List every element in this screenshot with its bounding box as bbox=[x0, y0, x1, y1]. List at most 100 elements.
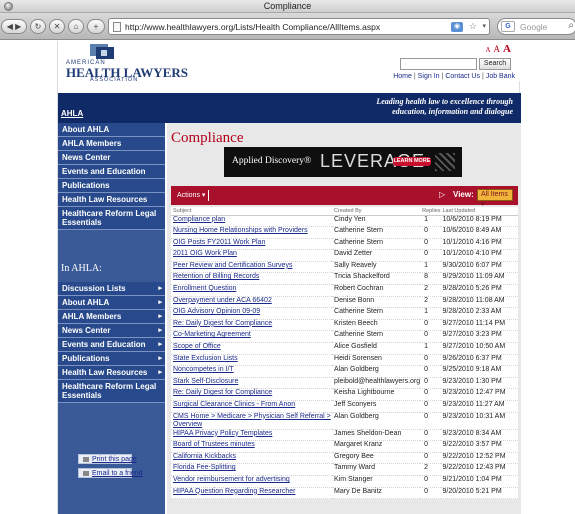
paging-next-icon[interactable]: ▷ bbox=[439, 190, 445, 199]
row-created-by: Cindy Yen bbox=[332, 215, 421, 228]
search-icon[interactable]: ⌕ bbox=[568, 20, 574, 31]
job-bank-link[interactable]: Job Bank bbox=[486, 73, 515, 80]
row-subject-link[interactable]: Re: Daily Digest for Compliance bbox=[171, 319, 333, 332]
ahla-link[interactable]: AHLA bbox=[61, 109, 83, 118]
contact-us-link[interactable]: Contact Us bbox=[445, 73, 480, 80]
sub-nav-item[interactable]: Healthcare Reform Legal Essentials bbox=[58, 380, 165, 403]
row-subject-link[interactable]: Overpayment under ACA 66402 bbox=[171, 296, 333, 309]
column-header-created-by[interactable]: Created By bbox=[332, 207, 421, 216]
row-replies: 0 bbox=[420, 440, 441, 453]
nav-ahla-members[interactable]: AHLA Members bbox=[58, 137, 165, 151]
row-subject-link[interactable]: Board of Trustees minutes bbox=[171, 440, 333, 453]
row-subject-link[interactable]: Florida Fee-Splitting bbox=[171, 463, 333, 476]
nav-events-education[interactable]: Events and Education bbox=[58, 165, 165, 179]
nav-healthcare-reform[interactable]: Healthcare Reform Legal Essentials bbox=[58, 207, 165, 230]
row-replies: 0 bbox=[420, 400, 441, 413]
row-subject-link[interactable]: Peer Review and Certification Surveys bbox=[171, 261, 333, 274]
row-subject-link[interactable]: Scope of Office bbox=[171, 342, 333, 355]
ad-learn-more-button[interactable]: LEARN MORE bbox=[393, 157, 431, 166]
sub-nav-item[interactable]: AHLA Members ▸ bbox=[58, 310, 165, 324]
column-header-subject[interactable]: Subject bbox=[171, 207, 333, 216]
add-bookmark-icon[interactable]: + bbox=[87, 19, 105, 34]
row-subject-link[interactable]: 2011 OIG Work Plan bbox=[171, 249, 333, 262]
table-row: OIG Posts FY2011 Work Plan Catherine Ster… bbox=[171, 238, 518, 251]
row-subject-link[interactable]: Stark Self-Disclosure bbox=[171, 377, 333, 390]
row-subject-link[interactable]: Nursing Home Relationships with Provider… bbox=[171, 226, 333, 239]
row-subject-link[interactable]: HIPAA Question Regarding Researcher bbox=[171, 487, 333, 500]
envelope-icon bbox=[83, 470, 89, 476]
stop-icon[interactable]: ✕ bbox=[49, 19, 65, 34]
print-page-button[interactable]: Print this page bbox=[78, 454, 137, 464]
table-row: State Exclusion Lists Heidi Sorensen 0 9/26… bbox=[171, 354, 518, 367]
text-size-large[interactable]: A bbox=[503, 43, 511, 55]
sub-nav-item[interactable]: About AHLA ▸ bbox=[58, 296, 165, 310]
table-row: Re: Daily Digest for Compliance Keisha Li… bbox=[171, 388, 518, 401]
row-last-updated: 9/22/2010 12:43 PM bbox=[440, 463, 518, 476]
sub-nav-item[interactable]: Publications ▸ bbox=[58, 352, 165, 366]
row-last-updated: 9/27/2010 10:50 AM bbox=[440, 342, 518, 355]
row-replies: 0 bbox=[420, 412, 441, 430]
row-subject-link[interactable]: Retention of Billing Records bbox=[171, 272, 333, 286]
row-replies: 1 bbox=[420, 215, 441, 228]
nav-publications[interactable]: Publications bbox=[58, 179, 165, 193]
row-replies: 0 bbox=[420, 249, 441, 262]
sub-nav-item[interactable]: Health Law Resources ▸ bbox=[58, 366, 165, 380]
table-row: Scope of Office Alice Gosfield 1 9/27/2010 … bbox=[171, 342, 518, 355]
row-created-by: Alice Gosfield bbox=[332, 342, 421, 355]
row-subject-link[interactable]: Vendor reimbursement for advertising bbox=[171, 475, 333, 488]
row-subject-link[interactable]: OIG Advisory Opinion 09-09 bbox=[171, 307, 333, 320]
row-subject-link[interactable]: Enrollment Question bbox=[171, 284, 333, 297]
rss-icon[interactable]: ◉ bbox=[451, 22, 463, 32]
actions-menu[interactable]: Actions ▾ bbox=[177, 191, 205, 199]
row-subject-link[interactable]: State Exclusion Lists bbox=[171, 354, 333, 367]
row-subject-link[interactable]: OIG Posts FY2011 Work Plan bbox=[171, 238, 333, 251]
table-row: OIG Advisory Opinion 09-09 Catherine Ster… bbox=[171, 307, 518, 320]
text-size-medium[interactable]: A bbox=[494, 44, 501, 54]
back-forward-button[interactable]: ◀ ▶ bbox=[1, 19, 27, 34]
site-search-button[interactable]: Search bbox=[479, 58, 511, 70]
site-search-input[interactable] bbox=[400, 58, 477, 70]
sub-nav-item[interactable]: Discussion Lists ▸ bbox=[58, 282, 165, 296]
view-select[interactable]: All Items ▾ bbox=[477, 189, 513, 208]
row-created-by: Alan Goldberg bbox=[332, 365, 421, 378]
printer-icon bbox=[83, 456, 89, 462]
window-titlebar: Compliance bbox=[0, 0, 575, 13]
sub-nav-item[interactable]: News Center ▸ bbox=[58, 324, 165, 338]
row-replies: 2 bbox=[420, 463, 441, 476]
table-row: HIPAA Question Regarding Researcher Mary … bbox=[171, 487, 518, 500]
row-subject-link[interactable]: Compliance plan bbox=[171, 215, 333, 228]
sub-nav-label: About AHLA bbox=[62, 298, 110, 307]
row-last-updated: 9/23/2010 10:31 AM bbox=[440, 412, 518, 430]
row-subject-link[interactable]: Co-Marketing Agreement bbox=[171, 330, 333, 344]
text-size-small[interactable]: A bbox=[485, 46, 490, 54]
address-bar[interactable]: http://www.healthlawyers.org/Lists/Healt… bbox=[108, 18, 490, 35]
row-subject-link[interactable]: Re: Daily Digest for Compliance bbox=[171, 388, 333, 401]
row-subject-link[interactable]: Surgical Clearance Clinics - From Anon bbox=[171, 400, 333, 413]
nav-health-law-resources[interactable]: Health Law Resources bbox=[58, 193, 165, 207]
star-icon[interactable]: ☆ bbox=[469, 21, 477, 32]
advertisement-banner[interactable]: Applied Discovery® LEVERAGE LEARN MORE bbox=[224, 147, 462, 177]
search-box[interactable]: G Google ⌕ bbox=[497, 18, 575, 35]
home-link[interactable]: Home bbox=[393, 73, 412, 80]
address-url[interactable]: http://www.healthlawyers.org/Lists/Healt… bbox=[125, 22, 380, 32]
row-subject-link[interactable]: CMS Home > Medicare > Physician Self Ref… bbox=[171, 412, 333, 430]
ahla-logo-icon[interactable] bbox=[90, 44, 114, 59]
home-icon[interactable]: ⌂ bbox=[68, 19, 84, 34]
row-subject-link[interactable]: California Kickbacks bbox=[171, 452, 333, 465]
row-subject-link[interactable]: HIPAA Privacy Policy Templates bbox=[171, 429, 333, 442]
column-header-last-updated[interactable]: Last Updated bbox=[440, 207, 518, 216]
search-placeholder[interactable]: Google bbox=[520, 22, 547, 32]
sub-nav-item[interactable]: Events and Education ▸ bbox=[58, 338, 165, 352]
sign-in-link[interactable]: Sign In bbox=[418, 73, 440, 80]
nav-about-ahla[interactable]: About AHLA bbox=[58, 123, 165, 137]
row-last-updated: 9/23/2010 8:34 AM bbox=[440, 429, 518, 442]
email-friend-button[interactable]: Email to a friend bbox=[78, 468, 143, 478]
nav-news-center[interactable]: News Center bbox=[58, 151, 165, 165]
column-header-replies[interactable]: Replies bbox=[420, 207, 441, 216]
table-row: Peer Review and Certification Surveys Sal… bbox=[171, 261, 518, 274]
chevron-down-icon[interactable]: ▾ bbox=[482, 22, 486, 30]
reload-icon[interactable]: ↻ bbox=[30, 19, 46, 34]
row-subject-link[interactable]: Noncompetes in I/T bbox=[171, 365, 333, 378]
google-icon[interactable]: G bbox=[501, 21, 515, 32]
ad-graphic-icon bbox=[435, 153, 455, 171]
